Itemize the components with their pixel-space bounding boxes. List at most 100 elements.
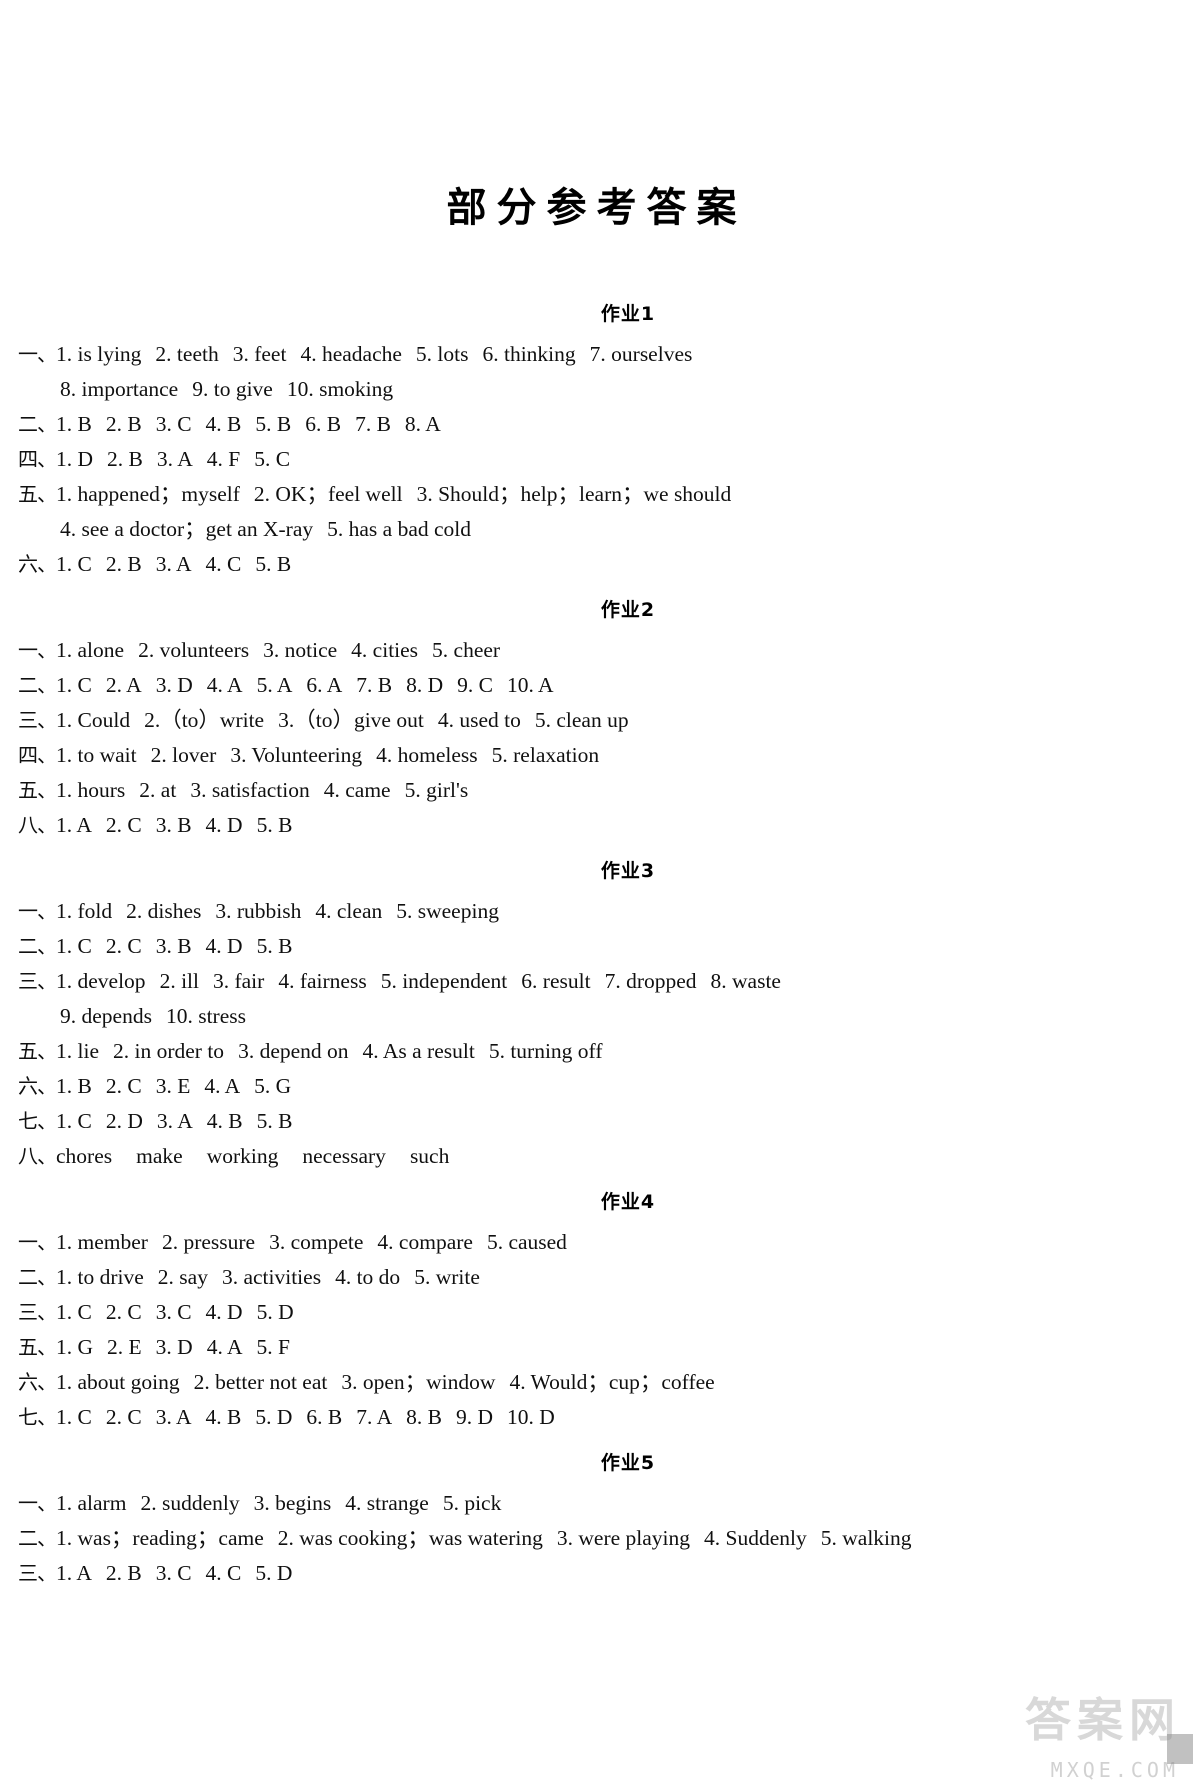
answer-item: 7. ourselves xyxy=(589,342,693,366)
answer-item: 1. lie xyxy=(56,1039,99,1063)
answer-item: 5. sweeping xyxy=(396,899,499,923)
answer-item: such xyxy=(409,1144,450,1168)
answer-line-label: 五、 xyxy=(18,482,57,506)
answer-item: 6. result xyxy=(521,969,591,993)
answer-line: 一、1. alone 2. volunteers 3. notice 4. citie… xyxy=(18,633,1178,668)
answer-line-label: 七、 xyxy=(18,1405,57,1429)
answer-item: 2. better not eat xyxy=(193,1370,328,1394)
answer-item: 7. dropped xyxy=(604,969,697,993)
answer-item: 6. thinking xyxy=(482,342,576,366)
assignment-heading: 作业4 xyxy=(600,1191,656,1213)
answer-item: 2. C xyxy=(105,813,142,837)
answer-item: 5. D xyxy=(255,1561,293,1585)
answer-item: 4. A xyxy=(204,1074,241,1098)
answer-item: 5. C xyxy=(254,447,291,471)
answer-item: 5. clean up xyxy=(534,708,629,732)
answer-line-label: 六、 xyxy=(18,1074,57,1098)
answer-item: 2. volunteers xyxy=(138,638,250,662)
answer-item: 4. F xyxy=(206,447,241,471)
answer-line: 一、1. fold 2. dishes 3. rubbish 4. clean 5. s… xyxy=(18,894,1178,929)
answer-line-label: 六、 xyxy=(18,1370,57,1394)
answer-item: 3. were playing xyxy=(556,1526,691,1550)
answer-item: 5. B xyxy=(255,552,292,576)
answer-item: 6. B xyxy=(306,1405,343,1429)
answer-line-label: 三、 xyxy=(18,1561,57,1585)
answer-line: 七、1. C 2. D 3. A 4. B 5. B xyxy=(18,1104,1178,1139)
answer-item: 1. alone xyxy=(56,638,125,662)
answer-item: 1. A xyxy=(56,813,92,837)
answer-item: 4. Would；cup；coffee xyxy=(509,1370,715,1394)
corner-tab-decoration xyxy=(1167,1734,1193,1764)
answer-item: 2. dishes xyxy=(126,899,202,923)
answer-item: 5. A xyxy=(256,673,293,697)
answer-item: 10. D xyxy=(506,1405,555,1429)
answer-item: 9. D xyxy=(455,1405,493,1429)
answer-item: 4. strange xyxy=(345,1491,429,1515)
answer-item: 2. B xyxy=(105,412,142,436)
answer-item: 3. feet xyxy=(232,342,287,366)
answer-line-label: 一、 xyxy=(18,638,57,662)
answer-item: 8. D xyxy=(406,673,444,697)
answer-item: 5. F xyxy=(256,1335,291,1359)
answer-line: 五、1. hours 2. at 3. satisfaction 4. came 5. … xyxy=(18,773,1178,808)
answer-line: 五、1. happened；myself 2. OK；feel well 3. Sh… xyxy=(18,477,1178,512)
answer-item: working xyxy=(206,1144,279,1168)
answer-item: 4. D xyxy=(205,1300,243,1324)
answer-item: 1. Could xyxy=(56,708,131,732)
answer-item: 3. E xyxy=(155,1074,191,1098)
answer-item: 2. C xyxy=(105,1300,142,1324)
answer-item: 1. C xyxy=(56,552,92,576)
answer-item: 1. G xyxy=(56,1335,94,1359)
answer-item: 1. to drive xyxy=(56,1265,144,1289)
answer-item: 3. D xyxy=(155,673,193,697)
answer-line-label: 一、 xyxy=(18,1491,57,1515)
answer-item: 5. B xyxy=(256,813,293,837)
answer-item: 1. C xyxy=(56,934,92,958)
answer-line-label: 五、 xyxy=(18,778,57,802)
answer-item: 1. was；reading；came xyxy=(56,1526,264,1550)
answer-item: 2. B xyxy=(105,1561,142,1585)
answer-item: 4. B xyxy=(205,1405,242,1429)
answer-item: 5. B xyxy=(255,412,292,436)
answer-item: 2. C xyxy=(105,1405,142,1429)
answer-item: 3. fair xyxy=(212,969,265,993)
answer-item: 1. is lying xyxy=(56,342,142,366)
answer-line: 五、1. lie 2. in order to 3. depend on 4. As … xyxy=(18,1034,1178,1069)
answer-item: 10. A xyxy=(506,673,554,697)
answer-item: 4. C xyxy=(205,552,242,576)
answer-item: 2. ill xyxy=(159,969,199,993)
answer-item: 2. was cooking；was watering xyxy=(277,1526,543,1550)
assignment-heading: 作业2 xyxy=(600,599,656,621)
answer-item: 1. A xyxy=(56,1561,92,1585)
answer-item: 4. to do xyxy=(335,1265,401,1289)
answer-line-label: 一、 xyxy=(18,1230,57,1254)
answer-item: 1. C xyxy=(56,1300,92,1324)
answer-line: 八、1. A 2. C 3. B 4. D 5. B xyxy=(18,808,1178,843)
answer-item: 5. caused xyxy=(486,1230,567,1254)
answer-item: 2. teeth xyxy=(155,342,219,366)
assignment-heading: 作业5 xyxy=(600,1452,656,1474)
answer-line: 五、1. G 2. E 3. D 4. A 5. F xyxy=(18,1330,1178,1365)
answer-item: 2. C xyxy=(105,934,142,958)
answer-item: 2. E xyxy=(107,1335,142,1359)
answer-item: 2. lover xyxy=(150,743,217,767)
answer-item: 4. used to xyxy=(437,708,521,732)
answer-item: 4. homeless xyxy=(376,743,478,767)
answer-item: 4. As a result xyxy=(362,1039,475,1063)
answer-item: 1. B xyxy=(56,412,92,436)
answer-line: 八、chores make working necessary such xyxy=(18,1139,1178,1174)
answer-line: 二、1. C 2. C 3. B 4. D 5. B xyxy=(18,929,1178,964)
answer-item: 3. A xyxy=(155,1405,192,1429)
answer-line: 三、1. develop 2. ill 3. fair 4. fairness 5. i… xyxy=(18,964,1178,999)
answer-item: 5. has a bad cold xyxy=(327,517,472,541)
answer-line: 六、1. about going 2. better not eat 3. open… xyxy=(18,1365,1178,1400)
assignment-heading: 作业1 xyxy=(600,303,656,325)
answer-item: 1. C xyxy=(56,673,92,697)
answer-item: 4. B xyxy=(205,412,242,436)
watermark-text: MXQE.COM xyxy=(1050,1758,1179,1782)
answer-item: make xyxy=(136,1144,183,1168)
answer-item: 4. fairness xyxy=(278,969,367,993)
answer-item: 4. A xyxy=(206,1335,243,1359)
answer-item: 3. notice xyxy=(263,638,338,662)
answer-item: 3. rubbish xyxy=(215,899,302,923)
